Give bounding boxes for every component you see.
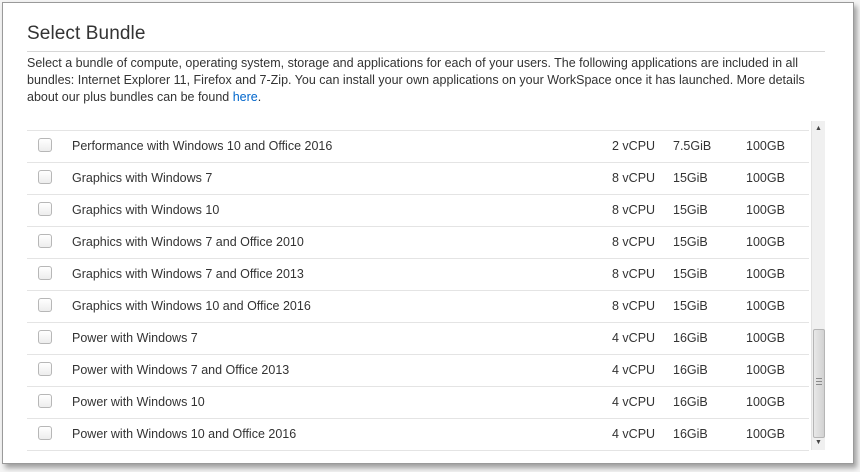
description-period: . xyxy=(257,90,262,104)
bundle-memory: 15GiB xyxy=(673,171,708,185)
bundle-checkbox[interactable] xyxy=(38,138,52,152)
bundle-storage: 100GB xyxy=(746,171,785,185)
bundle-name: Graphics with Windows 10 and Office 2016 xyxy=(72,299,311,313)
bundle-row[interactable]: Performance with Windows 10 and Office 2… xyxy=(27,131,809,163)
here-link[interactable]: here xyxy=(233,90,258,104)
grip-icon xyxy=(816,378,822,385)
bundle-name: Power with Windows 7 and Office 2013 xyxy=(72,363,290,377)
bundle-name: Power with Windows 10 xyxy=(72,395,205,409)
bundle-checkbox[interactable] xyxy=(38,426,52,440)
bundle-name: Power with Windows 10 and Office 2016 xyxy=(72,427,297,441)
bundle-checkbox[interactable] xyxy=(38,266,52,280)
bundle-name: Performance with Windows 10 and Office 2… xyxy=(72,139,333,153)
bundle-checkbox[interactable] xyxy=(38,170,52,184)
bundle-name: Power with Windows 7 xyxy=(72,331,198,345)
bundle-checkbox[interactable] xyxy=(38,330,52,344)
bundle-vcpu: 4 vCPU xyxy=(612,395,656,409)
bundle-storage: 100GB xyxy=(746,331,785,345)
bundle-memory: 15GiB xyxy=(673,267,708,281)
bundle-row[interactable]: Power with Windows 7 and Office 2013 4 vC… xyxy=(27,355,809,387)
bundle-row[interactable]: Graphics with Windows 10 8 vCPU 15GiB 100GB xyxy=(27,195,809,227)
bundle-name: Graphics with Windows 7 xyxy=(72,171,213,185)
bundle-row[interactable]: Graphics with Windows 7 8 vCPU 15GiB 100GB xyxy=(27,163,809,195)
bundle-checkbox[interactable] xyxy=(38,362,52,376)
bundle-row[interactable]: Power with Windows 10 4 vCPU 16GiB 100GB xyxy=(27,387,809,419)
select-bundle-panel: Select Bundle Select a bundle of compute… xyxy=(2,2,854,464)
title-divider xyxy=(27,51,825,52)
bundle-checkbox[interactable] xyxy=(38,394,52,408)
bundle-row[interactable]: Graphics with Windows 7 and Office 2010 8… xyxy=(27,227,809,259)
bundle-row[interactable]: Power with Windows 10 and Office 2016 4 v… xyxy=(27,419,809,451)
bundle-memory: 16GiB xyxy=(673,331,708,345)
bundle-checkbox[interactable] xyxy=(38,298,52,312)
bundle-name: Graphics with Windows 7 and Office 2010 xyxy=(72,235,304,249)
bundle-name: Graphics with Windows 10 xyxy=(72,203,220,217)
scrollbar-thumb[interactable] xyxy=(813,329,825,438)
bundle-memory: 15GiB xyxy=(673,299,708,313)
bundle-storage: 100GB xyxy=(746,203,785,217)
bundle-vcpu: 2 vCPU xyxy=(612,139,656,153)
bundle-row[interactable]: Power with Windows 7 4 vCPU 16GiB 100GB xyxy=(27,323,809,355)
bundle-checkbox[interactable] xyxy=(38,234,52,248)
bundle-row[interactable]: Graphics with Windows 10 and Office 2016… xyxy=(27,291,809,323)
bundle-vcpu: 4 vCPU xyxy=(612,363,656,377)
bundle-vcpu: 8 vCPU xyxy=(612,203,656,217)
bundle-vcpu: 4 vCPU xyxy=(612,427,656,441)
bundle-storage: 100GB xyxy=(746,395,785,409)
bundle-memory: 15GiB xyxy=(673,235,708,249)
bundle-memory: 16GiB xyxy=(673,427,708,441)
bundle-vcpu: 8 vCPU xyxy=(612,267,656,281)
bundle-memory: 7.5GiB xyxy=(673,139,712,153)
bundle-storage: 100GB xyxy=(746,427,785,441)
bundle-row[interactable]: Graphics with Windows 7 and Office 2013 8… xyxy=(27,259,809,291)
bundle-list: Performance with Windows 10 and Office 2… xyxy=(27,121,811,451)
bundle-memory: 15GiB xyxy=(673,203,708,217)
bundle-description: Select a bundle of compute, operating sy… xyxy=(27,55,827,106)
bundle-vcpu: 8 vCPU xyxy=(612,299,656,313)
bundle-storage: 100GB xyxy=(746,299,785,313)
bundle-name: Graphics with Windows 7 and Office 2013 xyxy=(72,267,304,281)
bundle-memory: 16GiB xyxy=(673,363,708,377)
scroll-up-icon[interactable]: ▲ xyxy=(812,123,825,135)
bundle-memory: 16GiB xyxy=(673,395,708,409)
bundle-storage: 100GB xyxy=(746,235,785,249)
bundle-list-scrollbar[interactable]: ▲ ▼ xyxy=(811,121,825,450)
page-title: Select Bundle xyxy=(27,23,146,44)
bundle-storage: 100GB xyxy=(746,139,785,153)
bundle-vcpu: 8 vCPU xyxy=(612,171,656,185)
bundle-storage: 100GB xyxy=(746,363,785,377)
bundle-storage: 100GB xyxy=(746,267,785,281)
bundle-checkbox[interactable] xyxy=(38,202,52,216)
bundle-vcpu: 8 vCPU xyxy=(612,235,656,249)
scroll-down-icon[interactable]: ▼ xyxy=(812,437,825,449)
bundle-row-partial[interactable] xyxy=(27,121,809,131)
bundle-vcpu: 4 vCPU xyxy=(612,331,656,345)
description-text: Select a bundle of compute, operating sy… xyxy=(27,56,805,104)
